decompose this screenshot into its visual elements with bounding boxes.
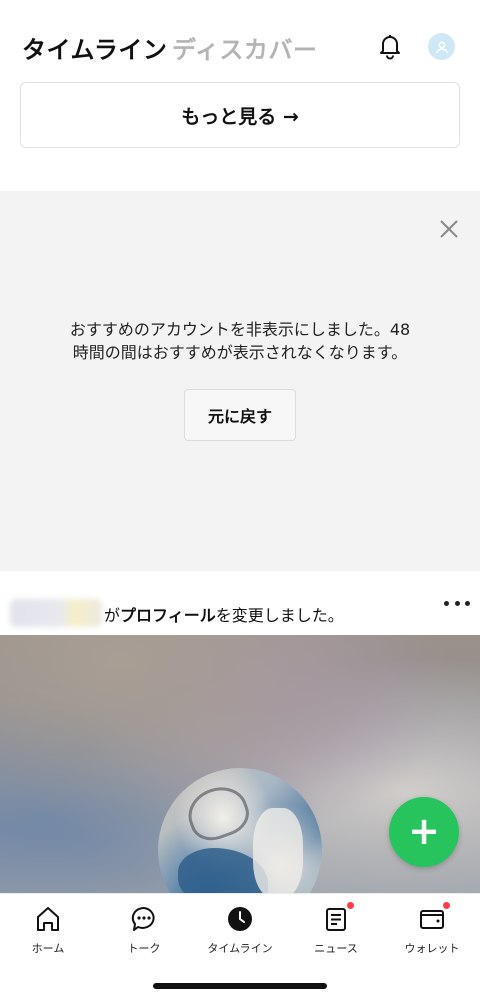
tab-discover[interactable]: ディスカバー	[172, 30, 317, 65]
post-action-suffix: を変更しました。	[215, 606, 344, 625]
bell-icon[interactable]	[376, 32, 404, 60]
nav-item-news[interactable]: ニュース	[288, 902, 384, 956]
nav-item-talk[interactable]: トーク	[96, 904, 192, 956]
clock-icon	[225, 904, 255, 934]
close-icon[interactable]	[438, 218, 460, 240]
wallet-badge	[443, 902, 450, 909]
post-action-prefix: が	[104, 606, 121, 625]
post-action-bold[interactable]: プロフィール	[120, 606, 216, 625]
nav-item-wallet[interactable]: ウォレット	[384, 902, 480, 956]
post-activity-text: がプロフィールを変更しました。	[104, 602, 344, 626]
plus-icon: +	[408, 808, 440, 853]
tab-timeline[interactable]: タイムライン	[22, 30, 167, 65]
avatar-icon[interactable]	[428, 33, 455, 60]
home-icon	[33, 904, 63, 934]
nav-label-talk: トーク	[127, 942, 161, 955]
undo-button[interactable]: 元に戻す	[184, 389, 296, 441]
wallet-icon	[417, 902, 450, 934]
more-dots-icon[interactable]	[444, 598, 470, 608]
hidden-message-line1: おすすめのアカウントを非表示にしました。48	[69, 320, 411, 339]
hidden-message-line2: 時間の間はおすすめが表示されなくなります。	[72, 343, 408, 362]
news-icon	[321, 902, 354, 934]
nav-item-timeline[interactable]: タイムライン	[192, 904, 288, 956]
more-button[interactable]: もっと見る →	[20, 82, 460, 148]
nav-label-wallet: ウォレット	[404, 942, 460, 955]
home-indicator[interactable]	[153, 983, 327, 989]
blurred-user-name[interactable]	[10, 599, 102, 627]
nav-label-news: ニュース	[314, 942, 358, 955]
nav-label-home: ホーム	[31, 942, 65, 955]
header: タイムライン ディスカバー	[0, 0, 480, 84]
add-post-button[interactable]: +	[389, 797, 459, 867]
hidden-message: おすすめのアカウントを非表示にしました。48 時間の間はおすすめが表示されなくな…	[20, 318, 460, 364]
news-badge	[347, 902, 354, 909]
nav-item-home[interactable]: ホーム	[0, 904, 96, 956]
nav-label-timeline: タイムライン	[207, 942, 273, 955]
chat-icon	[129, 904, 159, 934]
hidden-recommendation-panel	[0, 191, 480, 571]
